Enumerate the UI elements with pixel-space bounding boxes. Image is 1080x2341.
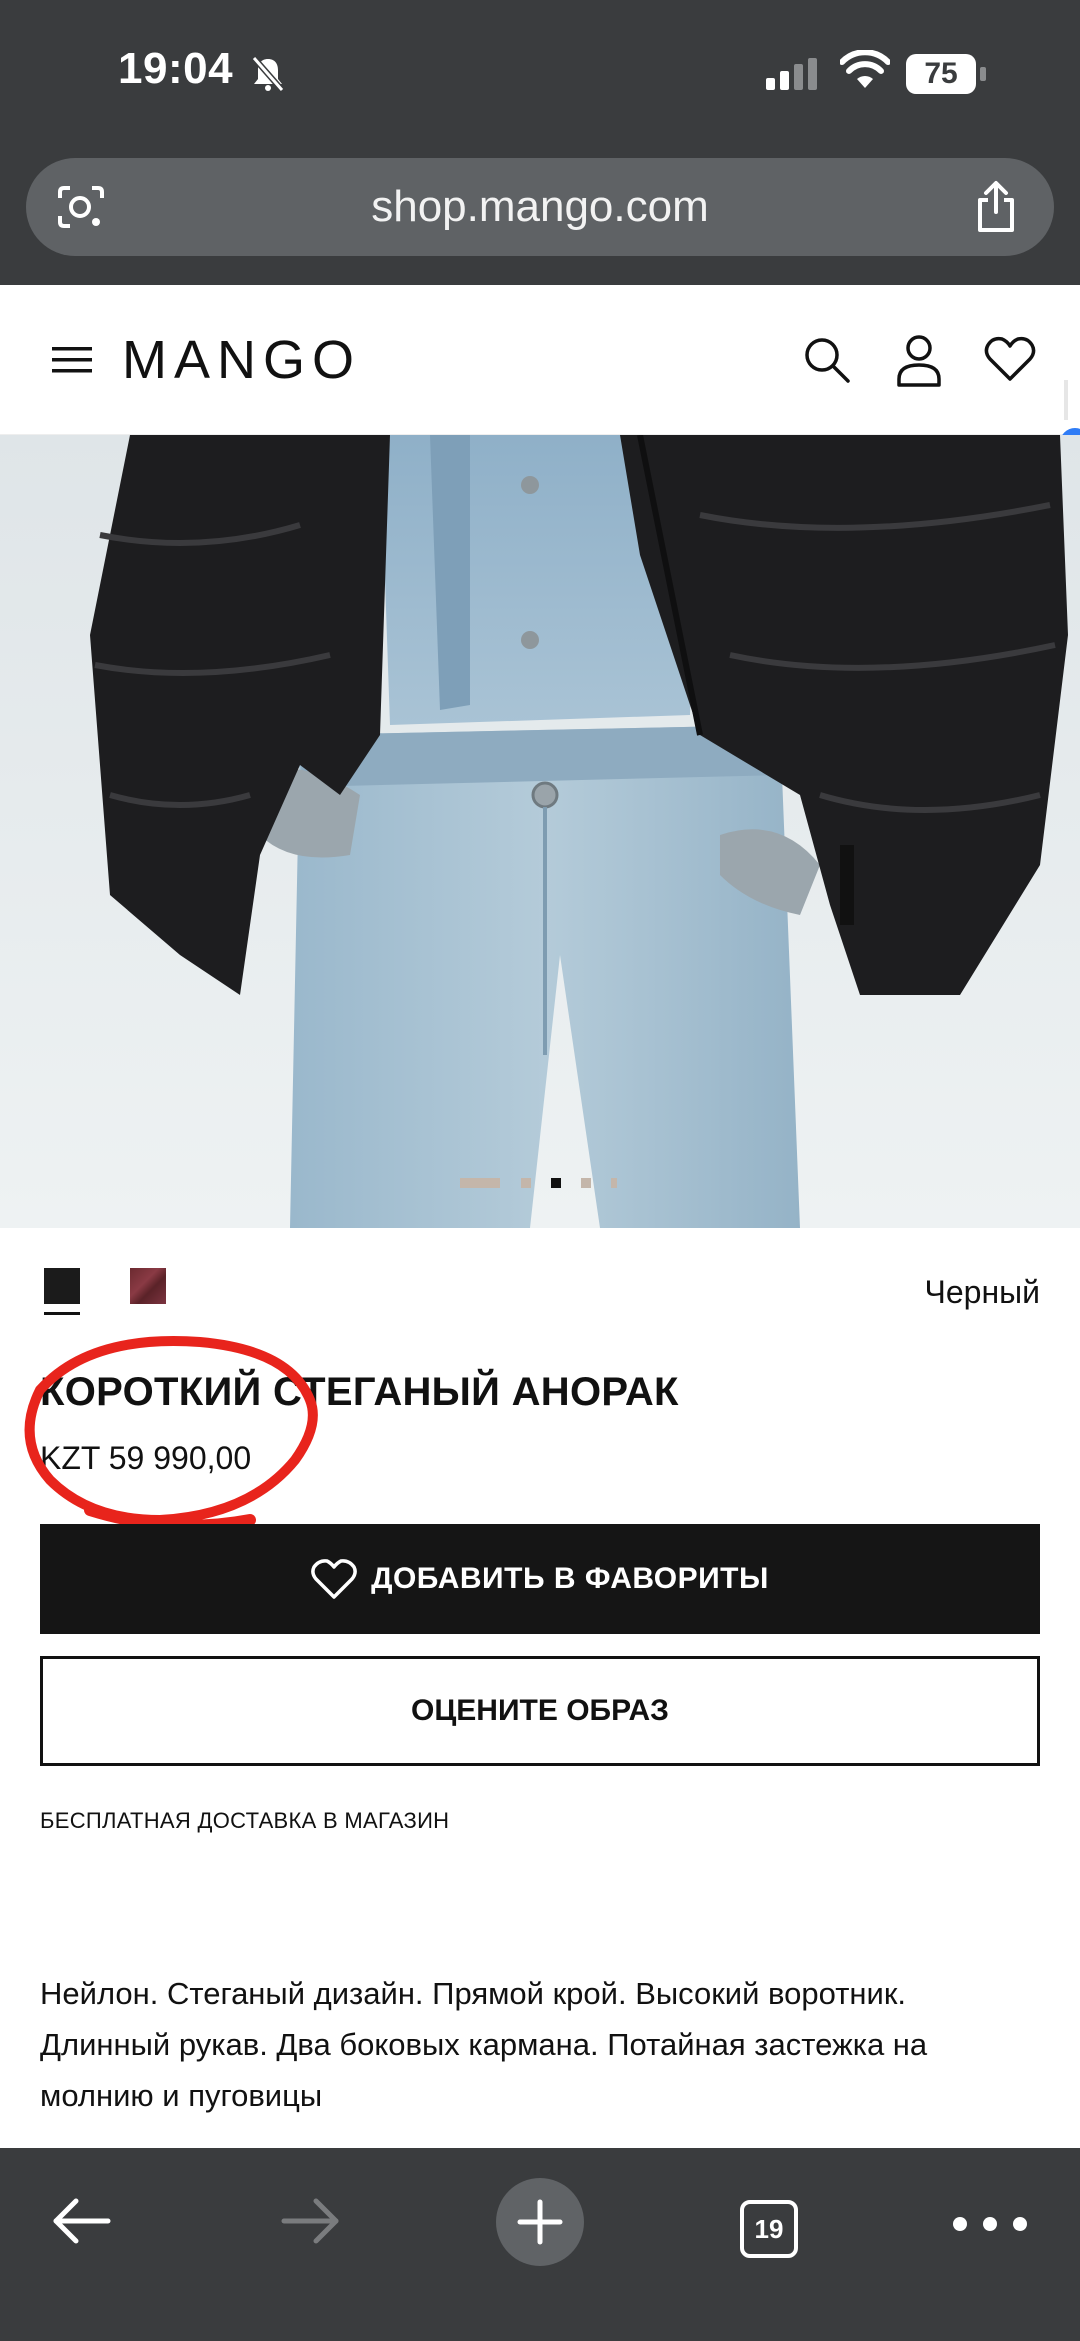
rate-look-label: ОЦЕНИТЕ ОБРАЗ	[411, 1694, 669, 1727]
account-icon[interactable]	[894, 333, 944, 387]
scroll-track	[1064, 380, 1068, 420]
carousel-dots[interactable]	[0, 1178, 1080, 1190]
share-icon[interactable]	[974, 180, 1018, 234]
color-swatch-burgundy[interactable]	[130, 1268, 166, 1304]
tab-switcher-button[interactable]: 19	[740, 2200, 798, 2258]
forward-arrow-icon[interactable]	[280, 2196, 342, 2246]
add-to-favorites-button[interactable]: ДОБАВИТЬ В ФАВОРИТЫ	[40, 1524, 1040, 1634]
product-description: Нейлон. Стеганый дизайн. Прямой крой. Вы…	[40, 1976, 928, 2113]
bell-muted-icon	[251, 56, 285, 92]
selected-color-name: Черный	[924, 1274, 1040, 1310]
battery-level: 75	[906, 54, 976, 94]
carousel-dot-active[interactable]	[551, 1178, 561, 1188]
cellular-signal-icon	[766, 58, 817, 90]
selected-swatch-underline	[44, 1312, 80, 1315]
product-title: КОРОТКИЙ СТЕГАНЫЙ АНОРАК	[40, 1370, 679, 1414]
site-header: MANGO	[0, 285, 1080, 435]
heart-outline-icon	[311, 1559, 357, 1599]
address-bar[interactable]: shop.mango.com	[26, 158, 1054, 256]
add-to-favorites-label: ДОБАВИТЬ В ФАВОРИТЫ	[371, 1562, 769, 1595]
color-swatch-black[interactable]	[44, 1268, 80, 1304]
free-delivery-note: БЕСПЛАТНАЯ ДОСТАВКА В МАГАЗИН	[40, 1808, 450, 1833]
carousel-dot[interactable]	[521, 1178, 531, 1188]
battery-indicator: 75	[906, 54, 986, 94]
search-icon[interactable]	[802, 335, 852, 385]
plus-icon	[517, 2199, 563, 2245]
battery-tip	[980, 67, 986, 81]
product-photo	[0, 435, 1080, 1228]
carousel-dot[interactable]	[611, 1178, 617, 1188]
rate-look-button[interactable]: ОЦЕНИТЕ ОБРАЗ	[40, 1656, 1040, 1766]
url-text[interactable]: shop.mango.com	[26, 182, 1054, 232]
browser-top-bar: 19:04 75 shop.mango.com	[0, 0, 1080, 285]
product-image[interactable]	[0, 435, 1080, 1228]
carousel-dot[interactable]	[581, 1178, 591, 1188]
wifi-icon	[840, 50, 890, 88]
back-arrow-icon[interactable]	[50, 2196, 112, 2246]
mango-logo[interactable]: MANGO	[122, 329, 361, 391]
hamburger-menu-icon[interactable]	[52, 345, 92, 375]
new-tab-button[interactable]	[496, 2178, 584, 2266]
more-options-icon[interactable]	[950, 2214, 1030, 2234]
product-price: KZT 59 990,00	[40, 1440, 252, 1476]
favorites-heart-icon[interactable]	[984, 335, 1036, 383]
browser-bottom-toolbar: 19	[0, 2148, 1080, 2341]
carousel-dot[interactable]	[460, 1178, 500, 1188]
status-time: 19:04	[118, 44, 234, 93]
